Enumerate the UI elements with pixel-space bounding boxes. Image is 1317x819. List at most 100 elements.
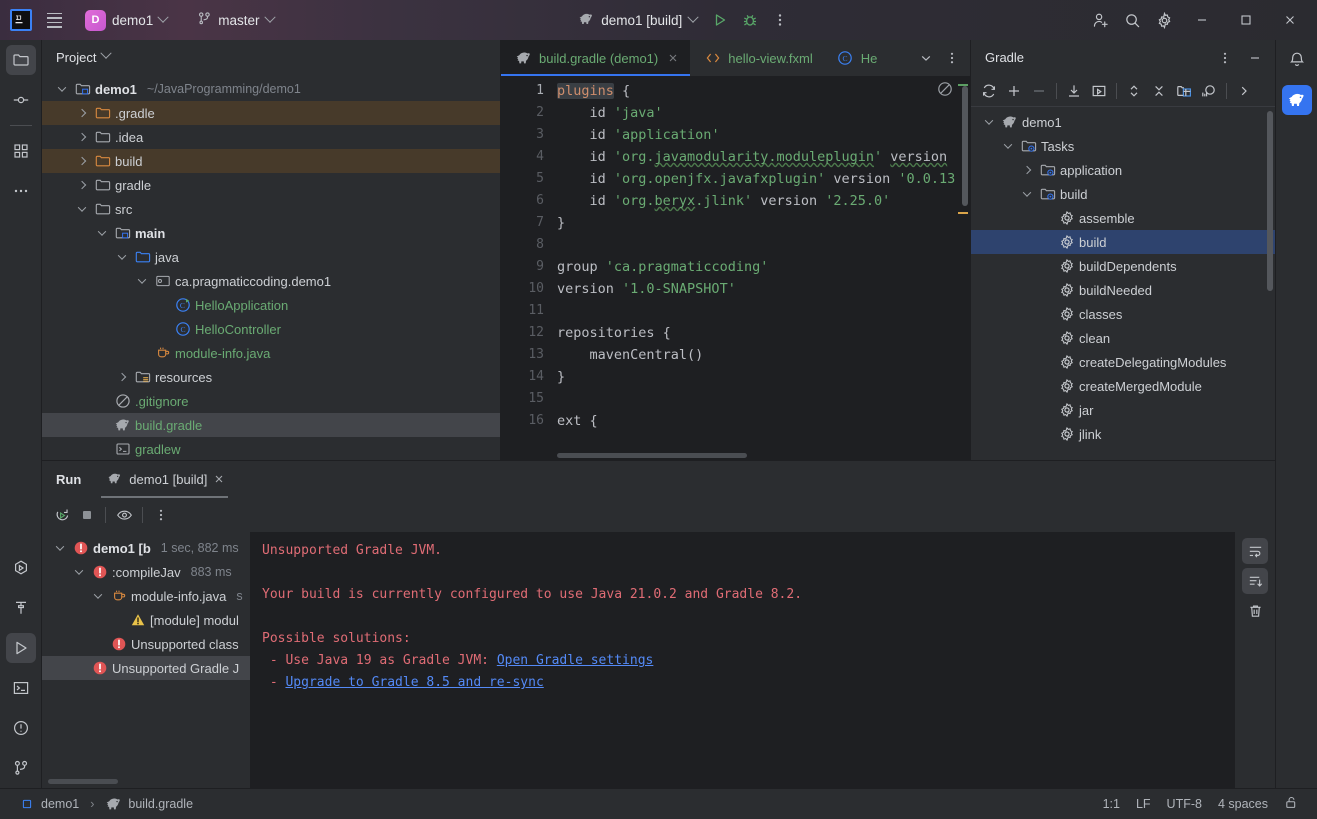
build-tree-row[interactable]: [module] modul [42, 608, 250, 632]
gradle-tree-row[interactable]: jlink [971, 422, 1275, 446]
breadcrumb-item[interactable]: demo1 [14, 794, 83, 815]
run-tab-demo1-build[interactable]: demo1 [build] [97, 461, 232, 498]
more-horizontal-icon[interactable] [6, 176, 36, 206]
project-tree-row[interactable]: gradle [42, 173, 500, 197]
editor-horizontal-scrollbar[interactable] [557, 453, 747, 458]
chevron-down-icon[interactable] [114, 249, 130, 265]
chevron-down-icon[interactable] [100, 47, 113, 59]
code-line[interactable]: group 'ca.pragmaticcoding' [553, 256, 970, 278]
code-line[interactable]: id 'org.javamodularity.moduleplugin' ver… [553, 146, 970, 168]
chevron-right-icon[interactable] [74, 153, 90, 169]
download-icon[interactable] [1062, 79, 1086, 103]
code-line[interactable]: id 'org.beryx.jlink' version '2.25.0' [553, 190, 970, 212]
run-tree-scrollbar[interactable] [48, 779, 118, 784]
chevron-right-icon[interactable] [74, 105, 90, 121]
expand-all-icon[interactable] [1122, 79, 1146, 103]
caret-position-widget[interactable]: 1:1 [1095, 794, 1128, 814]
code-line[interactable]: version '1.0-SNAPSHOT' [553, 278, 970, 300]
add-user-button[interactable] [1085, 6, 1115, 34]
trash-icon[interactable] [1242, 598, 1268, 624]
rerun-icon[interactable] [50, 503, 74, 527]
code-editor[interactable]: 1 2 3 4 5 6 7 8 9 10 11 12 13 14 15 16 plugins { id 'ja… [501, 76, 970, 460]
project-tree-row[interactable]: demo1 ~/JavaProgramming/demo1 [42, 77, 500, 101]
minus-icon[interactable] [1027, 79, 1051, 103]
analyzer-icon[interactable] [1197, 79, 1221, 103]
chevron-down-icon[interactable] [981, 114, 997, 130]
project-tree-row[interactable]: src [42, 197, 500, 221]
run-button[interactable] [705, 6, 735, 34]
close-icon[interactable] [214, 472, 224, 487]
project-tree-row[interactable]: build.gradle [42, 413, 500, 437]
chevron-right-icon[interactable] [1232, 79, 1256, 103]
gradle-tree-row[interactable]: application [971, 158, 1275, 182]
project-tree-row[interactable]: .gradle [42, 101, 500, 125]
chevron-down-icon[interactable] [914, 46, 938, 70]
soft-wrap-icon[interactable] [1242, 538, 1268, 564]
settings-button[interactable] [1149, 6, 1179, 34]
project-tree-row[interactable]: gradlew [42, 437, 500, 460]
project-tree[interactable]: demo1 ~/JavaProgramming/demo1 .gradle .idea… [42, 75, 500, 460]
project-tree-row[interactable]: C HelloApplication [42, 293, 500, 317]
sidebar-item-commit[interactable] [6, 85, 36, 115]
collapse-all-icon[interactable] [1147, 79, 1171, 103]
chevron-down-icon[interactable] [1000, 138, 1016, 154]
gradle-tree-row[interactable]: assemble [971, 206, 1275, 230]
gradle-tree-row[interactable]: createMergedModule [971, 374, 1275, 398]
project-tree-row[interactable]: main [42, 221, 500, 245]
chevron-down-icon[interactable] [94, 225, 110, 241]
editor-tab-strip[interactable]: build.gradle (demo1) hello-view.fxml C He [501, 40, 914, 76]
sidebar-item-version-control[interactable] [6, 753, 36, 783]
code-line[interactable]: ext { [553, 410, 970, 432]
scroll-to-end-icon[interactable] [1242, 568, 1268, 594]
build-results-tree[interactable]: demo1 [b 1 sec, 882 ms:compileJav 883 ms mo… [42, 532, 250, 788]
build-tree-row[interactable]: Unsupported class [42, 632, 250, 656]
chevron-down-icon[interactable] [134, 273, 150, 289]
stop-icon[interactable] [75, 503, 99, 527]
code-line[interactable]: id 'org.openjfx.javafxplugin' version '0… [553, 168, 970, 190]
execute-task-icon[interactable] [1087, 79, 1111, 103]
chevron-down-icon[interactable] [74, 201, 90, 217]
eye-icon[interactable] [112, 503, 136, 527]
gradle-task-tree[interactable]: demo1 Tasks application build assemble build b… [971, 107, 1275, 460]
console-line-with-link[interactable]: - Use Java 19 as Gradle JVM: Open Gradle… [262, 650, 1235, 672]
build-tree-row[interactable]: :compileJav 883 ms [42, 560, 250, 584]
sidebar-item-build[interactable] [6, 593, 36, 623]
gradle-tree-row[interactable]: build [971, 182, 1275, 206]
notifications-button[interactable] [1282, 45, 1312, 75]
gradle-tree-row[interactable]: Tasks [971, 134, 1275, 158]
gradle-tree-row[interactable]: demo1 [971, 110, 1275, 134]
minimize-icon[interactable] [1243, 46, 1267, 70]
project-tree-row[interactable]: module-info.java [42, 341, 500, 365]
project-tree-row[interactable]: .gitignore [42, 389, 500, 413]
minimize-window-button[interactable] [1181, 1, 1223, 39]
chevron-down-icon[interactable] [54, 81, 70, 97]
close-icon[interactable] [665, 51, 680, 66]
inspections-off-icon[interactable] [936, 80, 954, 98]
more-vertical-icon[interactable] [940, 46, 964, 70]
console-line-with-link[interactable]: - Upgrade to Gradle 8.5 and re-sync [262, 672, 1235, 694]
sidebar-item-terminal[interactable] [6, 673, 36, 703]
code-line[interactable] [553, 234, 970, 256]
project-tree-row[interactable]: build [42, 149, 500, 173]
sidebar-item-gradle[interactable] [1281, 85, 1312, 115]
chevron-down-icon[interactable] [1019, 186, 1035, 202]
build-tree-row[interactable]: demo1 [b 1 sec, 882 ms [42, 536, 250, 560]
breadcrumb[interactable]: demo1 › build.gradle [14, 794, 197, 815]
chevron-down-icon[interactable] [90, 588, 106, 604]
main-menu-button[interactable] [40, 6, 68, 34]
unlocked-icon[interactable] [1276, 792, 1307, 816]
gradle-tree-row[interactable]: build [971, 230, 1275, 254]
debug-button[interactable] [735, 6, 765, 34]
vcs-branch-widget[interactable]: master [190, 8, 280, 32]
code-line[interactable]: repositories { [553, 322, 970, 344]
group-tasks-icon[interactable] [1172, 79, 1196, 103]
run-configuration-widget[interactable]: demo1 [build] [570, 9, 705, 32]
console-link[interactable]: Upgrade to Gradle 8.5 and re-sync [285, 675, 543, 690]
chevron-right-icon[interactable] [1019, 162, 1035, 178]
gradle-scrollbar[interactable] [1267, 111, 1273, 291]
code-line[interactable]: mavenCentral() [553, 344, 970, 366]
chevron-right-icon[interactable] [114, 369, 130, 385]
project-tree-row[interactable]: C HelloController [42, 317, 500, 341]
chevron-down-icon[interactable] [52, 540, 68, 556]
more-vertical-icon[interactable] [1213, 46, 1237, 70]
